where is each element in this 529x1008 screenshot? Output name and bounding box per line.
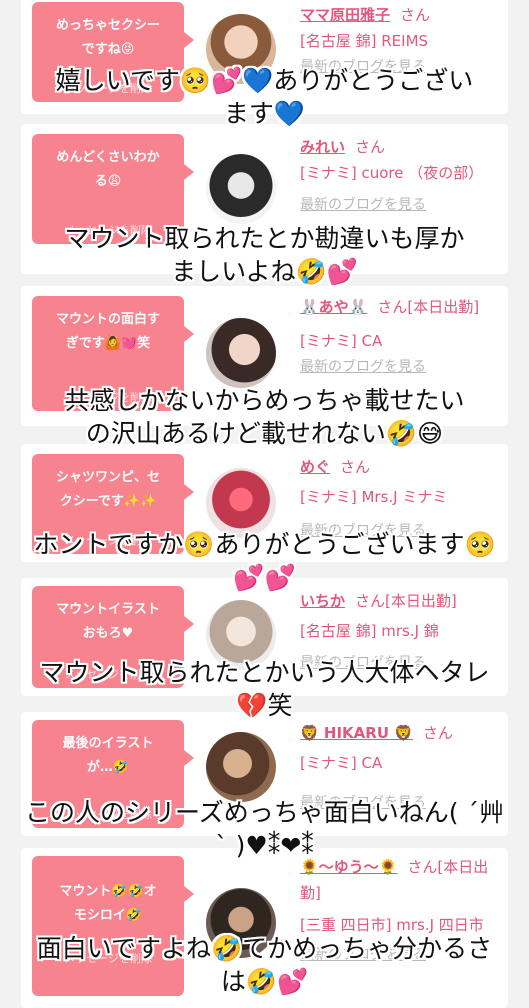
honorific: さん (400, 6, 431, 24)
shop-label: [ミナミ] Mrs.J ミナミ (300, 488, 448, 506)
sender-name[interactable]: ママ原田雅子 (300, 6, 390, 24)
avatar[interactable] (206, 732, 276, 802)
honorific: さん (422, 724, 453, 742)
overlay-caption: マウント取られたとかいう人大体ヘタレ 💔笑 (39, 658, 490, 720)
message-text: マウント🤣🤣オ モシロイ🤣 (59, 884, 157, 923)
overlay-caption: 共感しかないからめっちゃ載せたい の沢山あるけど載せれない🤣😅 (64, 386, 465, 448)
sender-info: 🐰あや🐰 さん[本日出勤] [ミナミ] CA 最新のブログを見る (300, 294, 500, 380)
sender-name[interactable]: いちか (300, 592, 345, 610)
shop-label: [ミナミ] cuore （夜の部） (300, 164, 484, 182)
shop-label: [ミナミ] CA (300, 754, 383, 772)
honorific: さん (355, 138, 386, 156)
message-text: シャツワンピ、セ クシーです✨✨ (55, 470, 160, 509)
overlay-caption: 面白いですよね🤣てかめっちゃ分かるさ は🤣💕 (36, 934, 493, 996)
sender-name[interactable]: みれい (300, 138, 345, 156)
sender-info: みれい さん [ミナミ] cuore （夜の部） 最新のブログを見る (300, 134, 500, 218)
shop-label: [名古屋 錦] REIMS (300, 32, 429, 50)
overlay-caption: この人のシリーズめっちゃ面白いねん( ´艸 ` )♥⁑❤⁑ (25, 798, 504, 860)
shop-label: [名古屋 錦] mrs.J 錦 (300, 622, 439, 640)
sender-name[interactable]: 🦁 HIKARU 🦁 (300, 724, 413, 742)
sender-name[interactable]: めぐ (300, 458, 330, 476)
message-text: マウントイラスト おもろ♥ (56, 602, 160, 641)
honorific: さん[本日出勤] (377, 298, 480, 316)
message-text: マウントの面白す ぎです🙆💓笑 (55, 312, 160, 351)
message-text: めっちゃセクシー ですね😝 (55, 18, 160, 57)
message-text: めんどくさいわか る😩 (56, 150, 160, 189)
avatar[interactable] (206, 154, 276, 224)
message-text: 最後のイラスト が…🤣 (62, 736, 154, 775)
overlay-caption: ホントですか🥺ありがとうございます🥺 💕💕 (33, 530, 496, 592)
overlay-caption: 嬉しいです🥺💕💙ありがとうござい ます💙 (55, 66, 474, 128)
avatar[interactable] (206, 318, 276, 388)
honorific: さん[本日出勤] (355, 592, 457, 610)
blog-link[interactable]: 最新のブログを見る (300, 192, 500, 218)
honorific: さん (340, 458, 371, 476)
shop-label: [ミナミ] CA (300, 332, 383, 350)
overlay-caption: マウント取られたとか勘違いも厚か ましいよね🤣💕 (64, 224, 465, 286)
sender-name[interactable]: 🐰あや🐰 (300, 298, 367, 316)
blog-link[interactable]: 最新のブログを見る (300, 354, 500, 380)
